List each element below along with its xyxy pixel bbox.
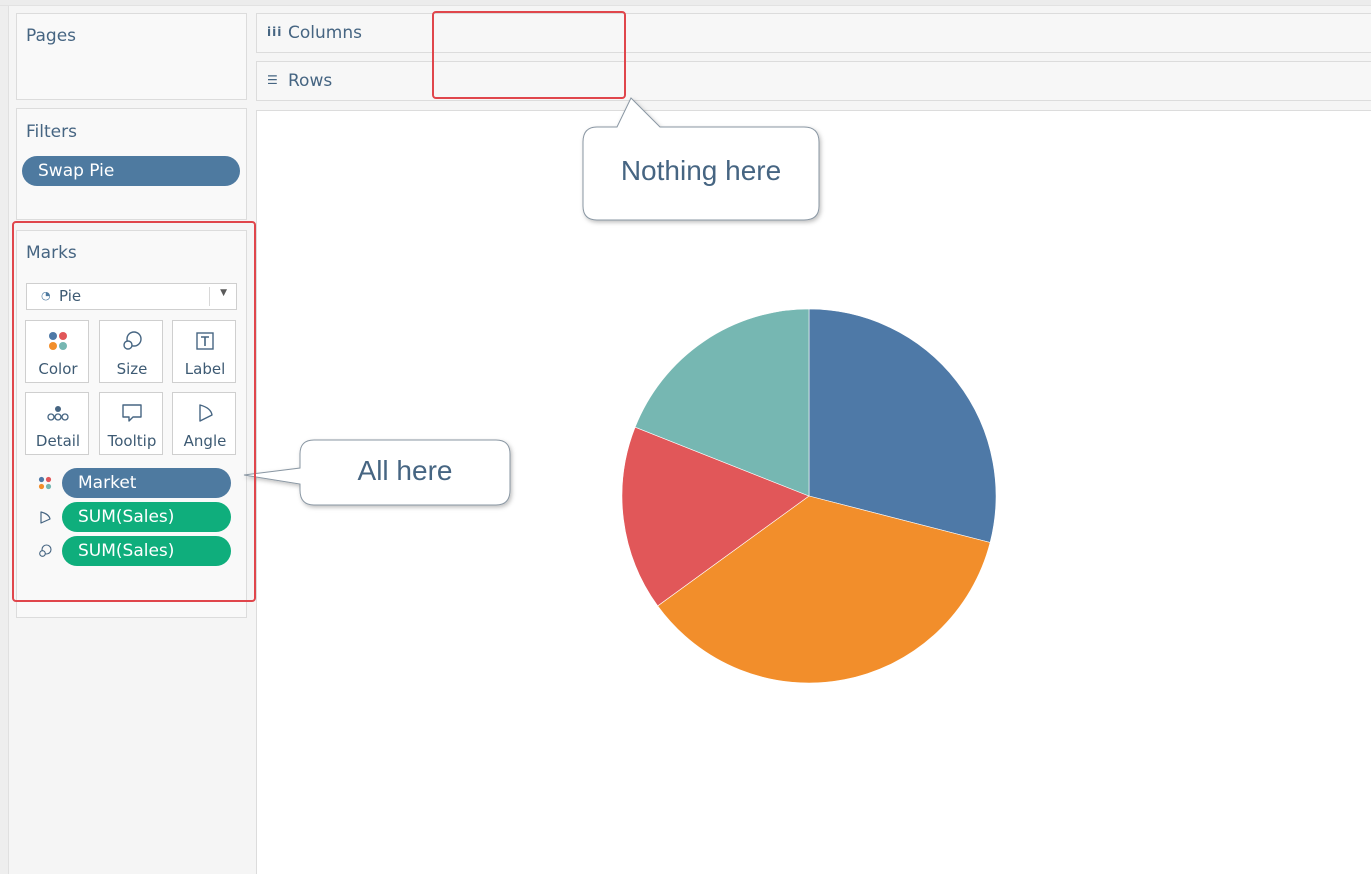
label-button[interactable]: Label	[172, 320, 236, 383]
view-canvas[interactable]	[256, 110, 1371, 874]
marks-pill-angle-sales[interactable]: SUM(Sales)	[62, 502, 231, 532]
top-border	[0, 0, 1371, 6]
columns-icon: iii	[267, 25, 283, 39]
color-dots-icon	[26, 330, 90, 352]
chevron-down-icon[interactable]: ▼	[220, 288, 227, 298]
tooltip-button[interactable]: Tooltip	[99, 392, 163, 455]
color-label: Color	[38, 360, 78, 378]
detail-icon	[26, 402, 90, 424]
angle-button[interactable]: Angle	[172, 392, 236, 455]
label-label: Label	[184, 360, 226, 378]
rows-shelf-label: Rows	[288, 71, 333, 91]
color-dots-icon	[37, 475, 53, 491]
angle-icon	[173, 402, 237, 424]
marks-pill-market[interactable]: Market	[62, 468, 231, 498]
size-icon	[100, 330, 164, 352]
data-pane-edge	[0, 6, 9, 874]
detail-label: Detail	[35, 432, 81, 450]
columns-shelf[interactable]: iii Columns	[256, 13, 1371, 53]
size-button[interactable]: Size	[99, 320, 163, 383]
tooltip-label: Tooltip	[107, 432, 157, 450]
mark-type-dropdown[interactable]: ◔ Pie ▼	[26, 283, 237, 310]
mark-type-value: Pie	[59, 287, 82, 305]
size-icon	[37, 543, 53, 559]
pages-card: Pages	[16, 13, 247, 100]
pages-title: Pages	[26, 26, 77, 46]
size-label: Size	[116, 360, 148, 378]
callout-nothing-here-text: Nothing here	[620, 155, 782, 186]
angle-label: Angle	[183, 432, 227, 450]
filters-title: Filters	[26, 122, 77, 142]
dropdown-divider	[209, 287, 210, 306]
columns-shelf-label: Columns	[288, 23, 362, 43]
callout-all-here-text: All here	[357, 455, 453, 486]
tooltip-icon	[100, 402, 164, 424]
pie-icon: ◔	[41, 289, 51, 302]
label-icon	[173, 330, 237, 352]
rows-shelf[interactable]: ☰ Rows	[256, 61, 1371, 101]
rows-icon: ☰	[267, 73, 279, 87]
detail-button[interactable]: Detail	[25, 392, 89, 455]
angle-icon	[37, 509, 53, 525]
marks-title: Marks	[26, 243, 77, 263]
marks-pill-size-sales[interactable]: SUM(Sales)	[62, 536, 231, 566]
color-button[interactable]: Color	[25, 320, 89, 383]
filter-pill-swap-pie[interactable]: Swap Pie	[22, 156, 240, 186]
